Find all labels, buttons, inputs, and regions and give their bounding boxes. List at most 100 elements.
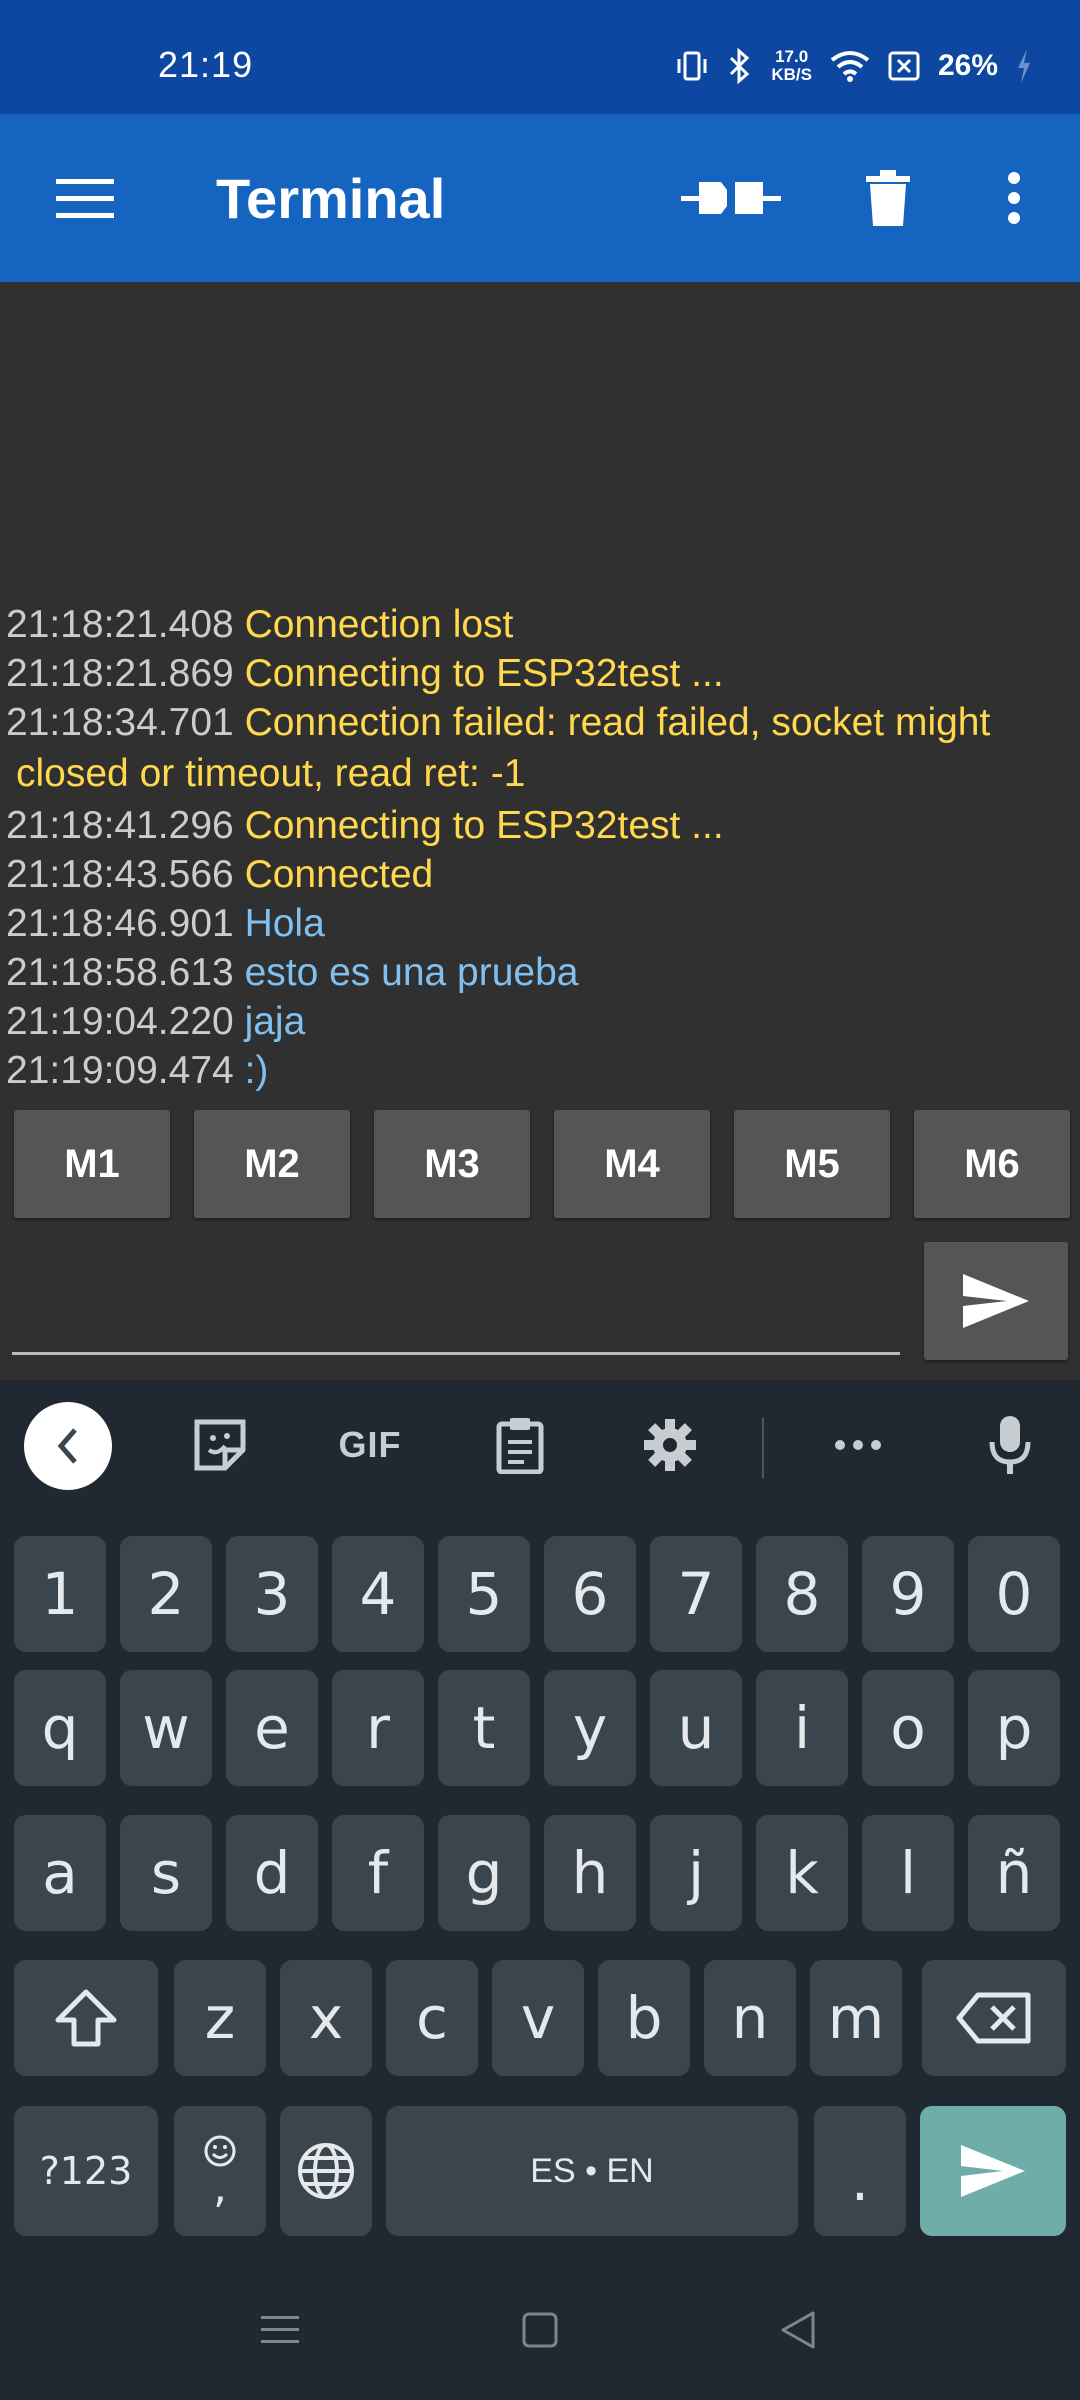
key-enye[interactable]: ñ xyxy=(968,1815,1060,1931)
key-2[interactable]: 2 xyxy=(120,1536,212,1652)
period-key[interactable]: . xyxy=(814,2106,906,2236)
log-timestamp: 21:18:34.701 xyxy=(6,701,234,744)
chevron-left-icon xyxy=(57,1428,77,1464)
log-message: Hola xyxy=(244,902,325,945)
key-5[interactable]: 5 xyxy=(438,1536,530,1652)
app-bar: Terminal xyxy=(0,114,1080,282)
key-j[interactable]: j xyxy=(650,1815,742,1931)
key-f[interactable]: f xyxy=(332,1815,424,1931)
macro-button-m1[interactable]: M1 xyxy=(14,1110,170,1218)
bluetooth-icon xyxy=(727,48,753,84)
key-i[interactable]: i xyxy=(756,1670,848,1786)
status-icons: 17.0 KB/S 26% xyxy=(675,48,1032,84)
voice-input-button[interactable] xyxy=(970,1400,1050,1490)
key-t[interactable]: t xyxy=(438,1670,530,1786)
key-n[interactable]: n xyxy=(704,1960,796,2076)
message-input[interactable] xyxy=(12,1262,900,1352)
connect-button[interactable] xyxy=(676,156,786,240)
key-c[interactable]: c xyxy=(386,1960,478,2076)
clipboard-button[interactable] xyxy=(480,1400,560,1490)
send-icon xyxy=(961,2145,1025,2197)
home-button[interactable] xyxy=(500,2300,580,2360)
network-speed-value: 17.0 xyxy=(775,47,809,66)
emoji-comma-key[interactable]: , xyxy=(174,2106,266,2236)
settings-button[interactable] xyxy=(630,1400,710,1490)
number-row: 1 2 3 4 5 6 7 8 9 0 xyxy=(0,1536,1080,1652)
send-icon xyxy=(963,1274,1029,1328)
key-e[interactable]: e xyxy=(226,1670,318,1786)
more-horiz-icon xyxy=(835,1440,881,1450)
key-m[interactable]: m xyxy=(810,1960,902,2076)
trash-icon xyxy=(866,170,910,226)
key-y[interactable]: y xyxy=(544,1670,636,1786)
macro-button-m6[interactable]: M6 xyxy=(914,1110,1070,1218)
key-w[interactable]: w xyxy=(120,1670,212,1786)
key-d[interactable]: d xyxy=(226,1815,318,1931)
more-toolbar-button[interactable] xyxy=(818,1400,898,1490)
macro-button-m2[interactable]: M2 xyxy=(194,1110,350,1218)
key-u[interactable]: u xyxy=(650,1670,742,1786)
key-8[interactable]: 8 xyxy=(756,1536,848,1652)
charging-icon xyxy=(1016,49,1032,83)
key-z[interactable]: z xyxy=(174,1960,266,2076)
key-6[interactable]: 6 xyxy=(544,1536,636,1652)
shift-key[interactable] xyxy=(14,1960,158,2076)
log-message: Connected xyxy=(244,853,434,896)
back-button[interactable] xyxy=(758,2300,838,2360)
macro-button-m4[interactable]: M4 xyxy=(554,1110,710,1218)
key-x[interactable]: x xyxy=(280,1960,372,2076)
backspace-key[interactable] xyxy=(922,1960,1066,2076)
vibrate-icon xyxy=(675,49,709,83)
key-p[interactable]: p xyxy=(968,1670,1060,1786)
gif-button[interactable]: GIF xyxy=(325,1400,415,1490)
terminal-log: 21:18:21.408 Connection lost 21:18:21.86… xyxy=(6,600,1080,1095)
macro-button-m5[interactable]: M5 xyxy=(734,1110,890,1218)
sticker-button[interactable] xyxy=(180,1400,260,1490)
more-options-button[interactable] xyxy=(974,156,1054,240)
key-q[interactable]: q xyxy=(14,1670,106,1786)
key-v[interactable]: v xyxy=(492,1960,584,2076)
network-speed-unit: KB/S xyxy=(771,65,812,84)
clipboard-icon xyxy=(496,1418,544,1474)
sim-blocked-icon xyxy=(888,51,920,81)
log-line: 21:18:21.869 Connecting to ESP32test ... xyxy=(6,649,1080,698)
key-4[interactable]: 4 xyxy=(332,1536,424,1652)
clear-button[interactable] xyxy=(846,156,930,240)
key-3[interactable]: 3 xyxy=(226,1536,318,1652)
key-r[interactable]: r xyxy=(332,1670,424,1786)
symbols-key[interactable]: ?123 xyxy=(14,2106,158,2236)
key-k[interactable]: k xyxy=(756,1815,848,1931)
app-title: Terminal xyxy=(216,167,446,230)
key-b[interactable]: b xyxy=(598,1960,690,2076)
log-timestamp: 21:18:46.901 xyxy=(6,902,234,945)
log-timestamp: 21:19:04.220 xyxy=(6,1000,234,1043)
log-timestamp: 21:18:21.869 xyxy=(6,652,234,695)
log-message: Connecting to ESP32test ... xyxy=(244,804,724,847)
key-a[interactable]: a xyxy=(14,1815,106,1931)
space-key[interactable]: ES • EN xyxy=(386,2106,798,2236)
log-message: Connection lost xyxy=(244,603,514,646)
log-timestamp: 21:19:09.474 xyxy=(6,1049,234,1092)
key-0[interactable]: 0 xyxy=(968,1536,1060,1652)
key-l[interactable]: l xyxy=(862,1815,954,1931)
key-g[interactable]: g xyxy=(438,1815,530,1931)
log-line-continuation: closed or timeout, read ret: -1 xyxy=(6,747,1080,801)
key-1[interactable]: 1 xyxy=(14,1536,106,1652)
send-enter-key[interactable] xyxy=(920,2106,1066,2236)
collapse-toolbar-button[interactable] xyxy=(24,1402,112,1490)
key-s[interactable]: s xyxy=(120,1815,212,1931)
key-o[interactable]: o xyxy=(862,1670,954,1786)
macro-button-m3[interactable]: M3 xyxy=(374,1110,530,1218)
send-button[interactable] xyxy=(924,1242,1068,1360)
status-bar: 21:19 17.0 KB/S 26% xyxy=(0,0,1080,114)
toolbar-divider xyxy=(762,1418,764,1478)
log-line: 21:18:41.296 Connecting to ESP32test ... xyxy=(6,801,1080,850)
recents-button[interactable] xyxy=(240,2300,320,2360)
language-key[interactable] xyxy=(280,2106,372,2236)
menu-button[interactable] xyxy=(40,158,130,238)
log-line: 21:19:09.474 :) xyxy=(6,1046,1080,1095)
key-9[interactable]: 9 xyxy=(862,1536,954,1652)
message-input-underline xyxy=(12,1352,900,1355)
key-7[interactable]: 7 xyxy=(650,1536,742,1652)
key-h[interactable]: h xyxy=(544,1815,636,1931)
